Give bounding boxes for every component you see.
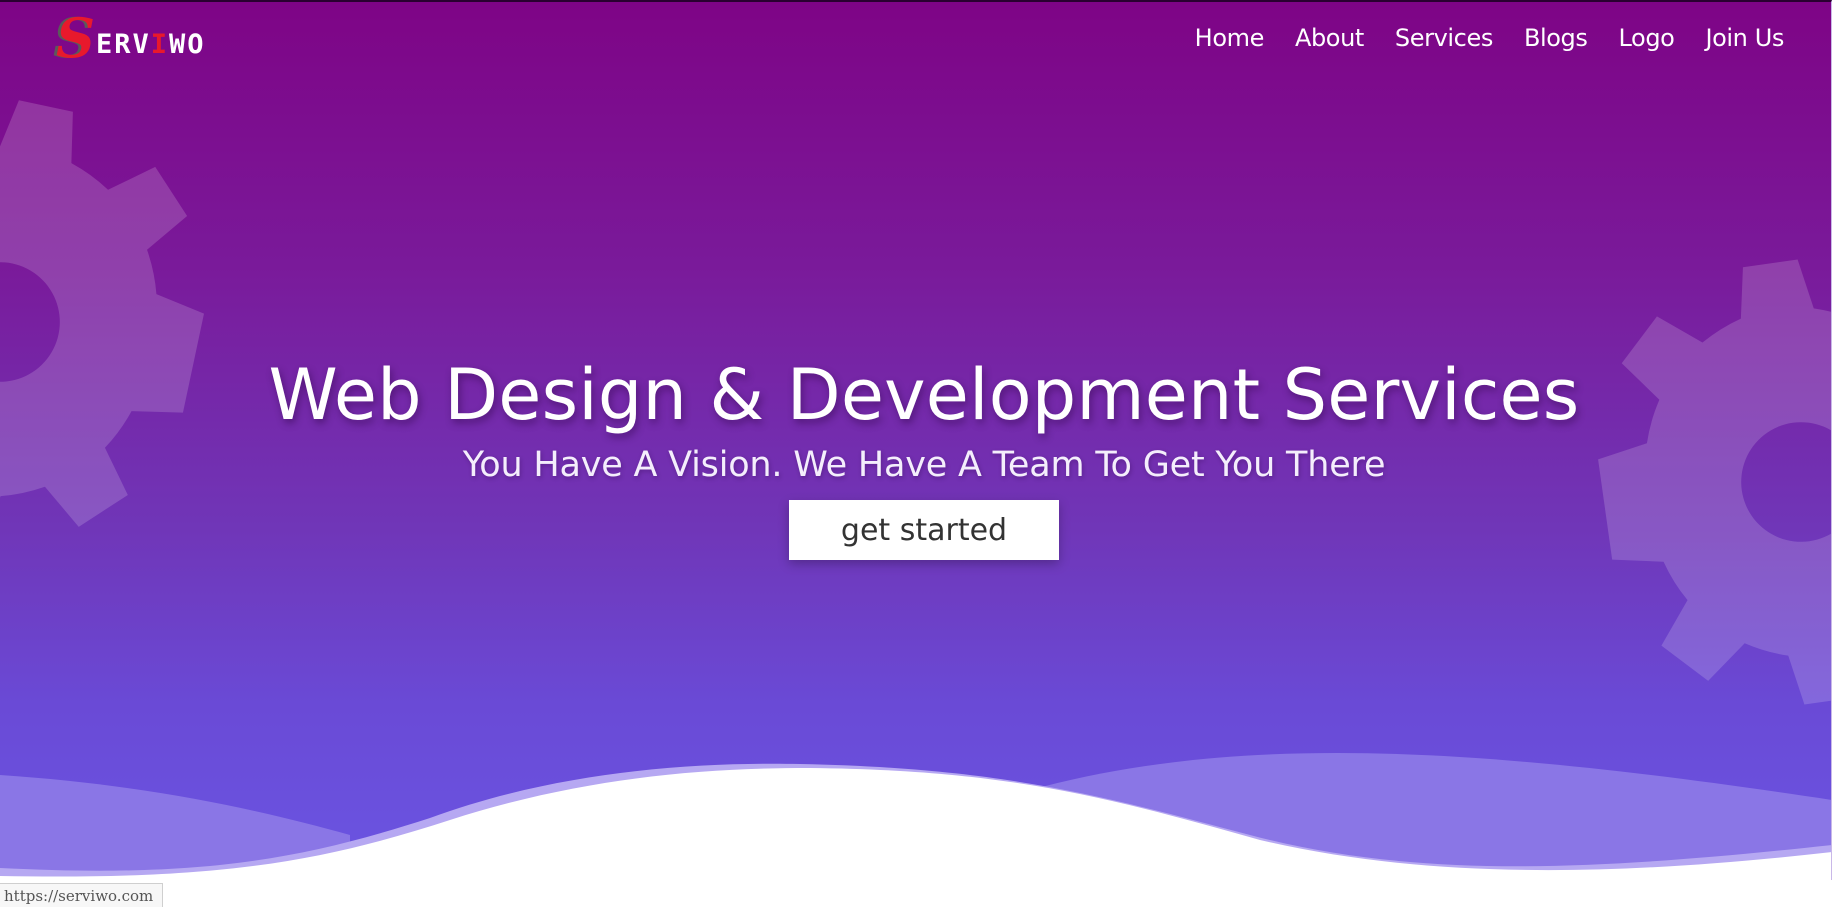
main-nav: Home About Services Blogs Logo Join Us [1195,24,1785,52]
brand-logo[interactable]: S ERVIWO [56,10,206,66]
nav-item-logo[interactable]: Logo [1619,24,1675,52]
nav-item-blogs[interactable]: Blogs [1524,24,1588,52]
logo-text-part2: WO [169,28,206,60]
hero-title: Web Design & Development Services [268,354,1580,436]
hero-section: S ERVIWO Home About Services Blogs Logo … [0,0,1832,880]
nav-item-services[interactable]: Services [1395,24,1493,52]
status-bar-url: https://serviwo.com [0,883,164,907]
nav-item-home[interactable]: Home [1195,24,1265,52]
nav-item-about[interactable]: About [1295,24,1364,52]
logo-wordmark: ERVIWO [96,29,206,60]
logo-text-part1: ERV [96,28,151,60]
top-navbar: S ERVIWO Home About Services Blogs Logo … [0,2,1831,82]
hero-wave-divider [0,753,1831,880]
logo-initial: S [56,6,95,70]
logo-text-accent: I [150,28,170,60]
hero-subtitle: You Have A Vision. We Have A Team To Get… [462,445,1386,485]
get-started-button[interactable]: get started [789,500,1059,560]
page: S ERVIWO Home About Services Blogs Logo … [0,0,1836,907]
nav-item-join-us[interactable]: Join Us [1705,24,1784,52]
hero-content: Web Design & Development Services You Ha… [0,354,1831,560]
